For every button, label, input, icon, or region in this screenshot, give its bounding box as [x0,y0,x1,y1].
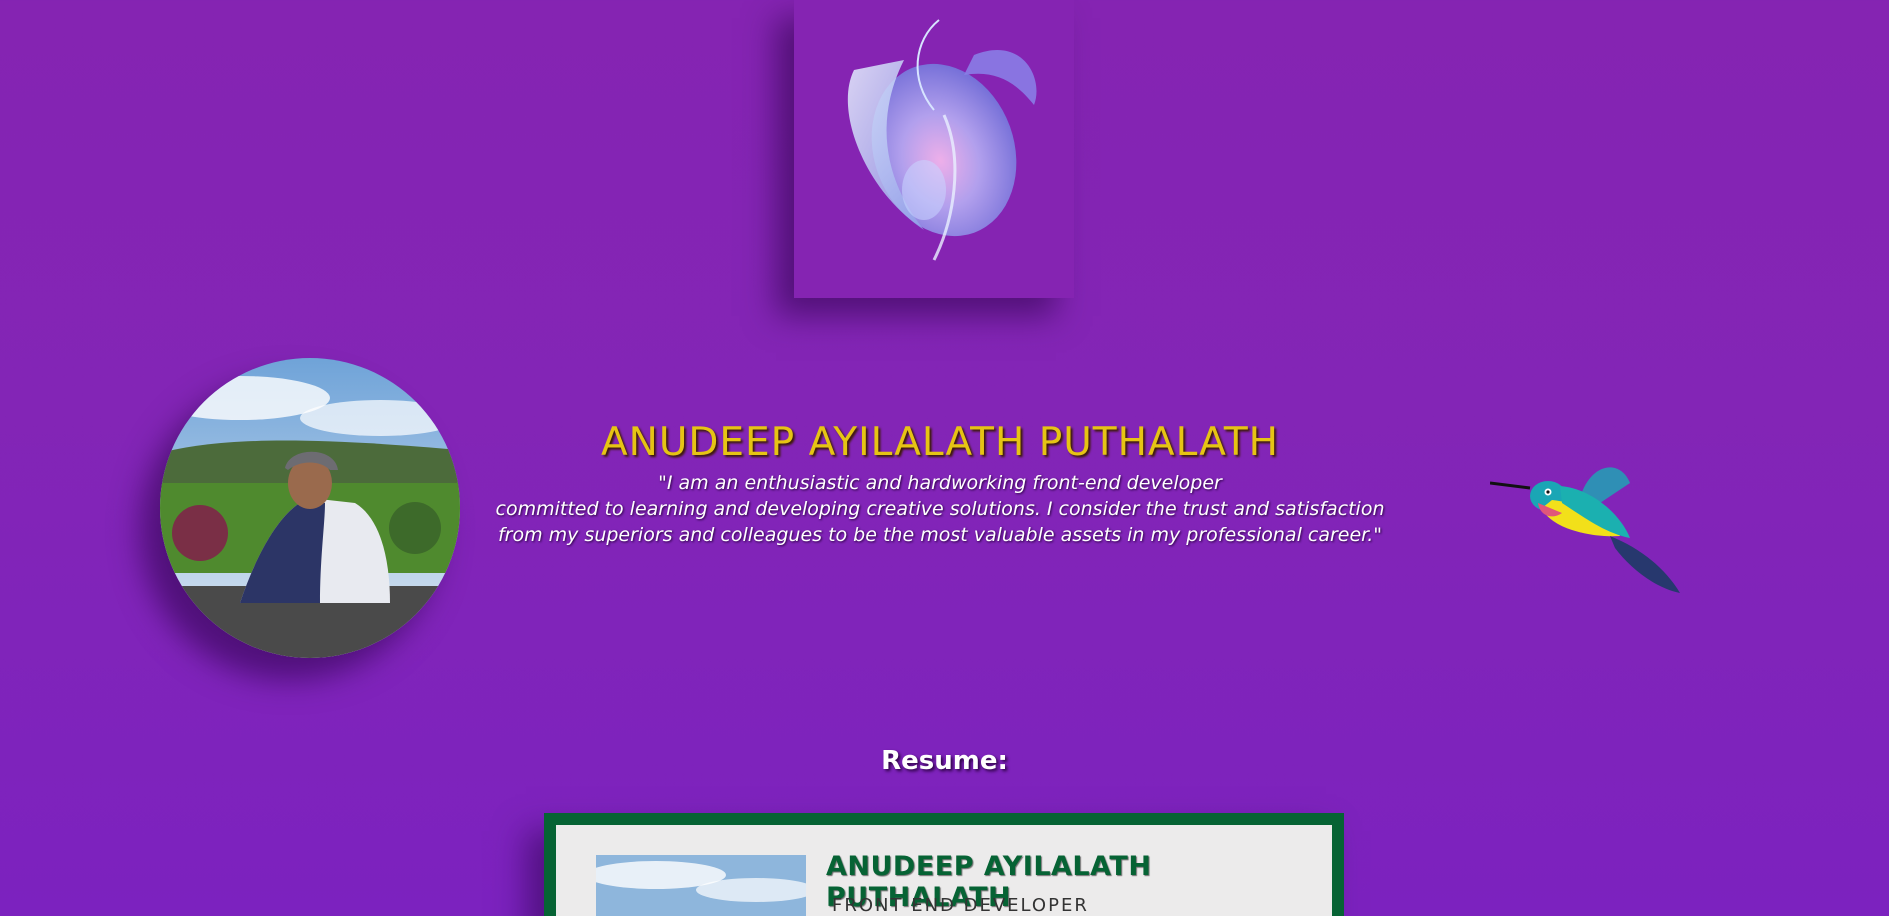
resume-preview[interactable]: ANUDEEP AYILALATH PUTHALATH FRONT END DE… [544,813,1344,916]
abstract-sphere-logo-icon [847,19,1037,261]
hero-quote-line: from my superiors and colleagues to be t… [497,524,1383,546]
hero-quote: "I am an enthusiastic and hardworking fr… [470,470,1410,548]
hero-quote-line: committed to learning and developing cre… [495,498,1385,520]
logo-card [794,0,1074,298]
resume-role: FRONT END DEVELOPER [832,895,1089,916]
resume-page: ANUDEEP AYILALATH PUTHALATH FRONT END DE… [556,825,1332,916]
hummingbird-icon [1490,467,1680,593]
hero-name: ANUDEEP AYILALATH PUTHALATH [600,420,1280,465]
hero-quote-line: "I am an enthusiastic and hardworking fr… [658,472,1222,494]
resume-photo [596,855,806,916]
resume-heading: Resume: [881,746,1008,776]
profile-photo [160,358,460,658]
